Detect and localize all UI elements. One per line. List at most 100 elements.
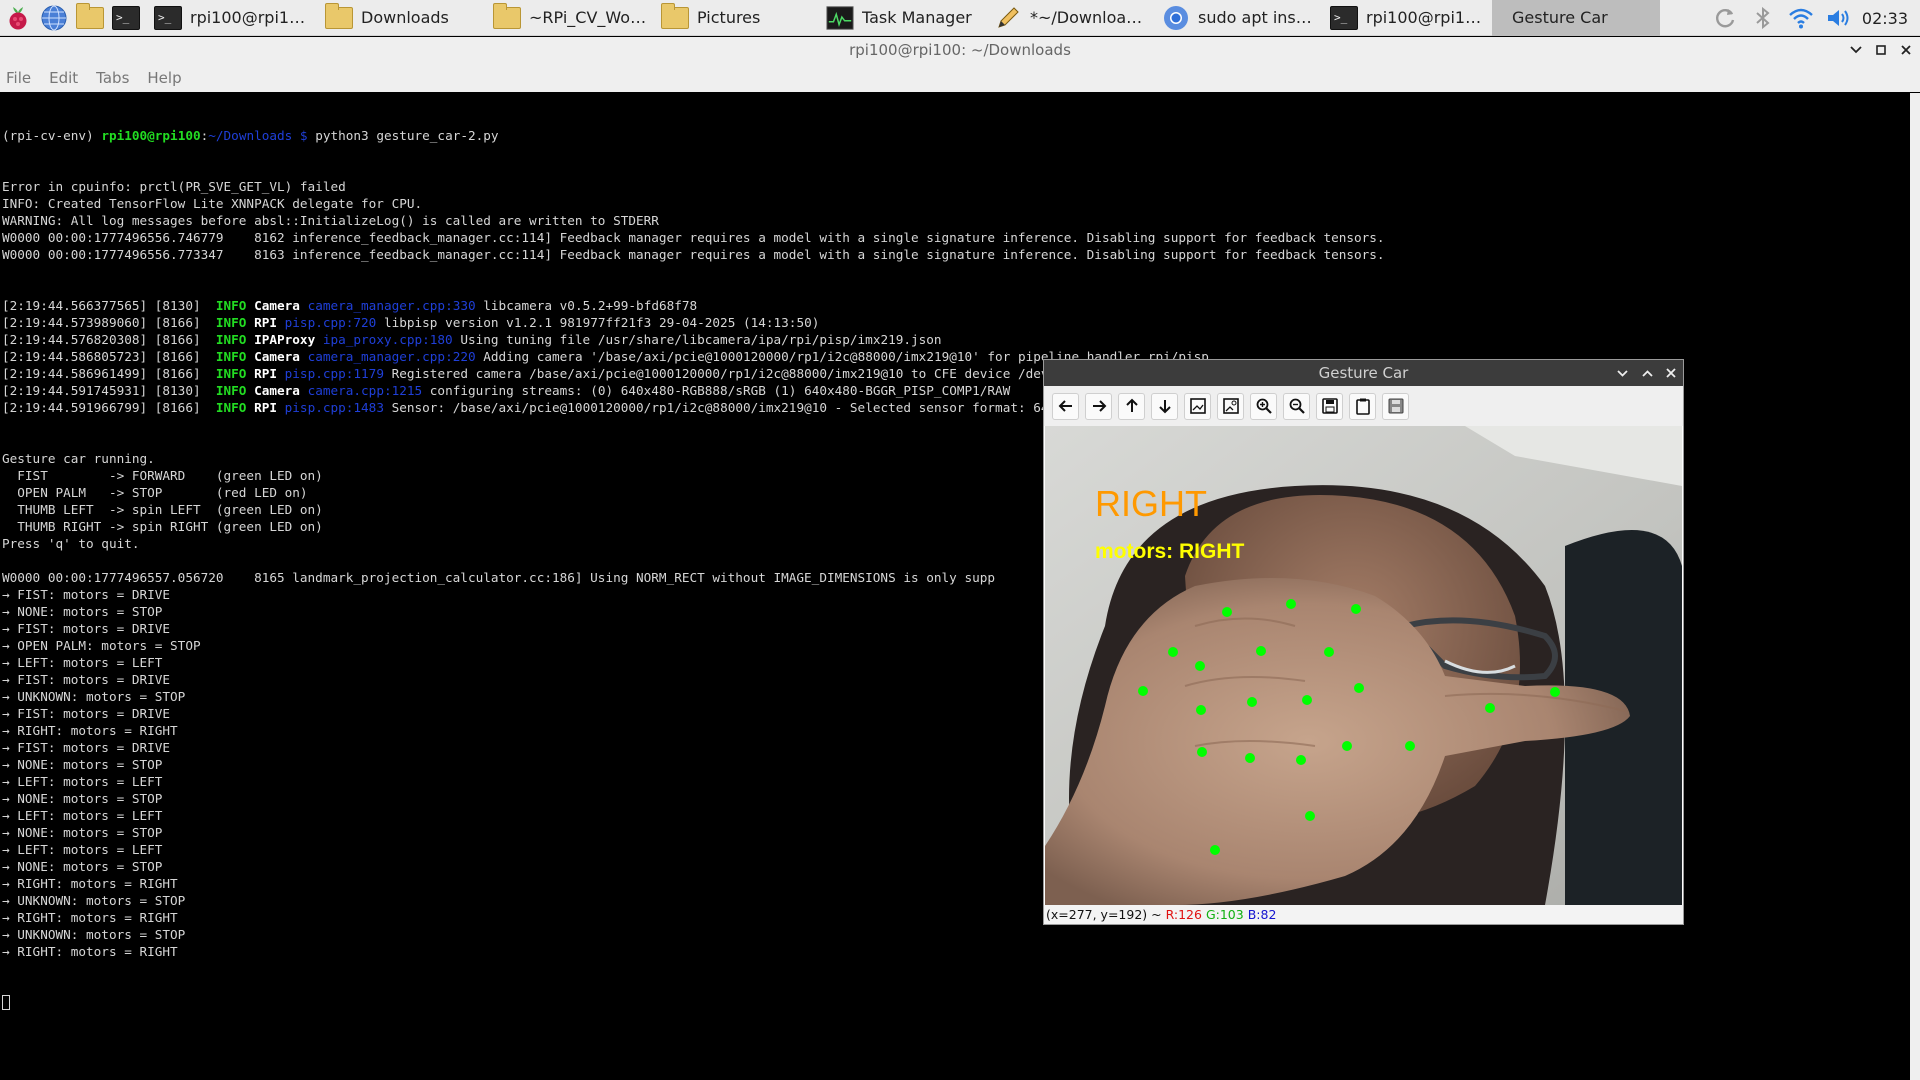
log-line: [2:19:44.576820308] [8166] INFO IPAProxy… xyxy=(2,331,1537,348)
log-module: Camera xyxy=(254,383,300,398)
save-icon xyxy=(1321,398,1338,414)
log-src: pisp.cpp:1179 xyxy=(284,366,384,381)
log-level: INFO xyxy=(215,383,247,398)
task-pictures[interactable]: Pictures xyxy=(655,0,820,36)
log-prefix: [2:19:44.591745931] [8130] xyxy=(2,383,216,398)
zoom-out-icon xyxy=(1289,398,1305,414)
log-prefix: [2:19:44.586805723] [8166] xyxy=(2,349,216,364)
clock[interactable]: 02:33 xyxy=(1858,9,1920,28)
maximize-button[interactable] xyxy=(1637,363,1657,383)
terminal-titlebar[interactable]: rpi100@rpi100: ~/Downloads xyxy=(0,37,1920,63)
file-manager-launcher[interactable] xyxy=(72,0,108,36)
wifi-button[interactable] xyxy=(1782,0,1820,36)
raspberry-menu-button[interactable] xyxy=(0,0,36,36)
web-browser-launcher[interactable] xyxy=(36,0,72,36)
pixel-blue: B:82 xyxy=(1247,907,1277,922)
minimize-button[interactable] xyxy=(1846,40,1866,60)
terminal-icon: >_ xyxy=(154,5,182,30)
task-chromium[interactable]: sudo apt install .. xyxy=(1156,0,1324,36)
output-line: W0000 00:00:1777496556.773347 8163 infer… xyxy=(2,247,1385,262)
pan-right-button[interactable] xyxy=(1085,392,1112,420)
properties-button[interactable] xyxy=(1382,392,1409,420)
arrow-up-icon xyxy=(1125,398,1138,412)
output-line: INFO: Created TensorFlow Lite XNNPACK de… xyxy=(2,196,423,211)
close-button[interactable] xyxy=(1896,40,1916,60)
arrow-left-icon xyxy=(1058,400,1072,412)
folder-icon xyxy=(325,2,353,29)
prompt-path: ~/Downloads $ xyxy=(208,128,308,143)
log-line: [2:19:44.573989060] [8166] INFO RPI pisp… xyxy=(2,314,1537,331)
folder-icon xyxy=(493,2,521,29)
close-icon xyxy=(1901,45,1911,55)
camera-frame: RIGHT motors: RIGHT xyxy=(1045,426,1682,905)
camera-feed[interactable]: RIGHT motors: RIGHT xyxy=(1045,426,1682,905)
output-line: → RIGHT: motors = RIGHT xyxy=(2,944,178,959)
window-title: Gesture Car xyxy=(1318,364,1409,382)
task-text-editor[interactable]: *~/Downloads/.. xyxy=(988,0,1156,36)
pixel-status-bar: (x=277, y=192) ~ R:126 G:103 B:82 xyxy=(1044,905,1683,924)
task-label: Task Manager xyxy=(862,8,972,27)
log-prefix: [2:19:44.586961499] [8166] xyxy=(2,366,216,381)
properties-icon xyxy=(1388,398,1403,414)
text-editor-icon xyxy=(998,6,1019,28)
log-module: RPI xyxy=(254,315,278,330)
log-prefix: [2:19:44.573989060] [8166] xyxy=(2,315,216,330)
bluetooth-button[interactable] xyxy=(1744,0,1782,36)
task-downloads[interactable]: Downloads xyxy=(319,0,487,36)
zoom-in-icon xyxy=(1256,398,1272,414)
menu-tabs[interactable]: Tabs xyxy=(96,69,129,87)
save-image-button[interactable] xyxy=(1316,392,1343,420)
task-manager-icon xyxy=(826,5,854,30)
task-gesture-car[interactable]: Gesture Car xyxy=(1492,0,1660,36)
gesture-car-window: Gesture Car RIGHT motors: RIGHT (x=277, … xyxy=(1043,359,1684,925)
pan-left-button[interactable] xyxy=(1052,392,1079,420)
menu-edit[interactable]: Edit xyxy=(49,69,78,87)
minimize-button[interactable] xyxy=(1612,363,1632,383)
pan-up-button[interactable] xyxy=(1118,392,1145,420)
log-module: IPAProxy xyxy=(254,332,316,347)
pan-down-button[interactable] xyxy=(1151,392,1178,420)
log-prefix: [2:19:44.576820308] [8166] xyxy=(2,332,216,347)
zoom-out-button[interactable] xyxy=(1283,392,1310,420)
log-level: INFO xyxy=(215,332,247,347)
terminal-scrollbar[interactable] xyxy=(1910,93,1920,1080)
task-label: ~RPi_CV_Works.. xyxy=(529,8,649,27)
raspberry-icon xyxy=(9,6,27,29)
system-tray: 02:33 xyxy=(1706,0,1920,36)
pixel-coords: (x=277, y=192) ~ xyxy=(1046,907,1166,922)
zoom-in-button[interactable] xyxy=(1250,392,1277,420)
log-level: INFO xyxy=(215,366,247,381)
task-task-manager[interactable]: Task Manager xyxy=(820,0,988,36)
terminal-launcher[interactable]: >_ xyxy=(108,0,144,36)
log-prefix: [2:19:44.566377565] [8130] xyxy=(2,298,216,313)
pixel-red: R:126 xyxy=(1165,907,1202,922)
zoom-fit-button[interactable] xyxy=(1184,392,1211,420)
task-label: Pictures xyxy=(697,8,761,27)
task-label: rpi100@rpi100: ~ xyxy=(1366,8,1486,27)
log-level: INFO xyxy=(215,298,247,313)
maximize-button[interactable] xyxy=(1871,40,1891,60)
output-line: Error in cpuinfo: prctl(PR_SVE_GET_VL) f… xyxy=(2,179,346,194)
copy-clipboard-button[interactable] xyxy=(1349,392,1376,420)
log-src: camera_manager.cpp:330 xyxy=(307,298,476,313)
prompt-command: python3 gesture_car-2.py xyxy=(307,128,499,143)
log-prefix: [2:19:44.591966799] [8166] xyxy=(2,400,216,415)
zoom-original-button[interactable] xyxy=(1217,392,1244,420)
text-cursor xyxy=(2,995,10,1010)
menu-help[interactable]: Help xyxy=(147,69,181,87)
close-button[interactable] xyxy=(1661,363,1681,383)
gesture-car-titlebar[interactable]: Gesture Car xyxy=(1044,360,1683,386)
menu-file[interactable]: File xyxy=(6,69,31,87)
arrow-down-icon xyxy=(1158,400,1171,414)
updater-button[interactable] xyxy=(1706,0,1744,36)
folder-icon xyxy=(76,2,104,29)
volume-button[interactable] xyxy=(1820,0,1858,36)
task-rpi-cv-works[interactable]: ~RPi_CV_Works.. xyxy=(487,0,655,36)
pre-output: Error in cpuinfo: prctl(PR_SVE_GET_VL) f… xyxy=(2,178,1537,263)
task-terminal-1[interactable]: >_ rpi100@rpi100: .. xyxy=(148,0,319,36)
output-line: WARNING: All log messages before absl::I… xyxy=(2,213,659,228)
cursor-line xyxy=(2,994,1537,1011)
image-fit-icon xyxy=(1189,398,1206,414)
task-terminal-2[interactable]: >_ rpi100@rpi100: ~ xyxy=(1324,0,1492,36)
log-level: INFO xyxy=(215,400,247,415)
